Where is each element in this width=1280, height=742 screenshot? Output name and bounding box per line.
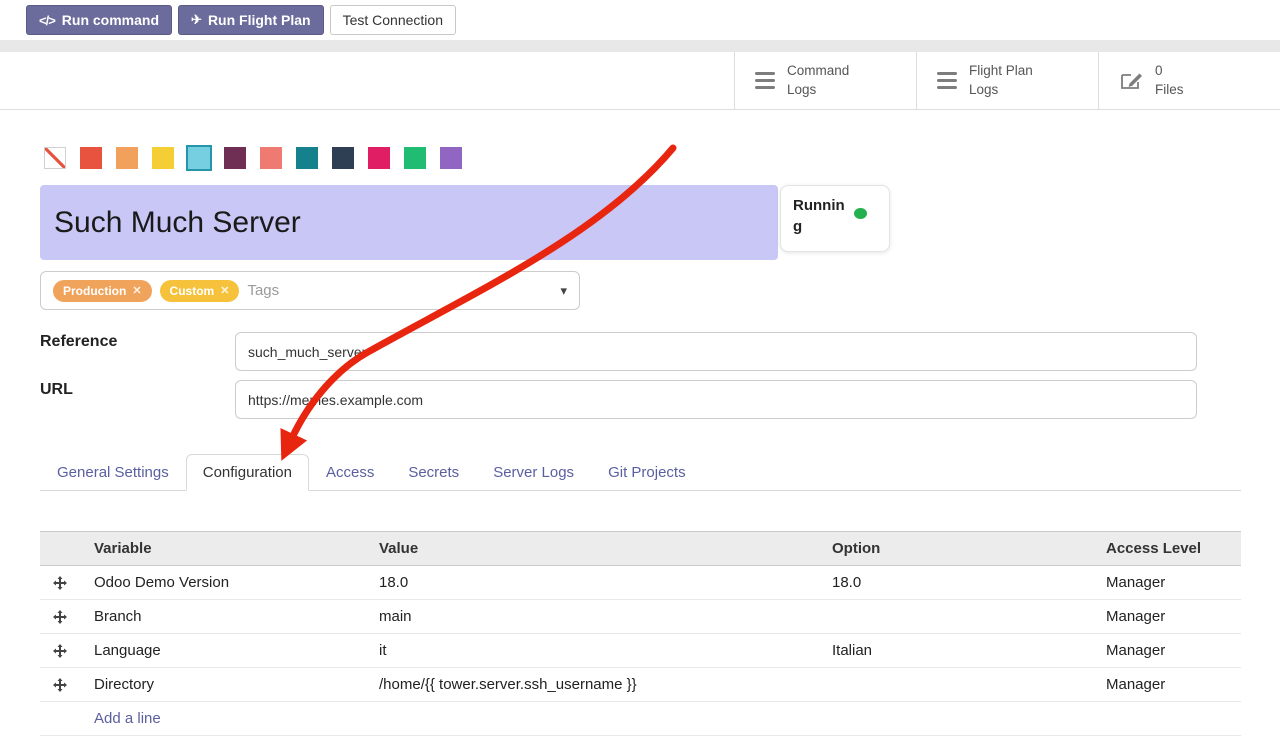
status-card: Running bbox=[780, 185, 890, 252]
configuration-table: Variable Value Option Access Level Odoo … bbox=[40, 531, 1241, 736]
menu-bars-icon bbox=[755, 72, 775, 89]
cell-access-level[interactable]: Manager bbox=[1092, 634, 1241, 668]
dropdown-caret-icon[interactable]: ▾ bbox=[560, 283, 567, 299]
cell-option[interactable]: 18.0 bbox=[818, 566, 1092, 600]
header-row: Command Logs Flight Plan Logs bbox=[0, 52, 1280, 110]
col-variable: Variable bbox=[80, 532, 365, 566]
color-swatch-teal[interactable] bbox=[296, 147, 318, 169]
files-count: 0 bbox=[1155, 62, 1184, 81]
status-label: Running bbox=[793, 195, 847, 242]
code-icon: </> bbox=[39, 13, 55, 28]
test-connection-button[interactable]: Test Connection bbox=[330, 5, 456, 35]
cell-variable[interactable]: Language bbox=[80, 634, 365, 668]
cell-access-level[interactable]: Manager bbox=[1092, 668, 1241, 702]
tags-input[interactable]: Production ✕ Custom ✕ Tags ▾ bbox=[40, 271, 580, 310]
edit-icon bbox=[1119, 70, 1143, 91]
run-flight-plan-button[interactable]: ✈ Run Flight Plan bbox=[178, 5, 324, 35]
stat-line: Flight Plan bbox=[969, 62, 1033, 81]
files-button[interactable]: 0 Files bbox=[1098, 52, 1280, 109]
tags-placeholder: Tags bbox=[247, 282, 279, 299]
table-row[interactable]: Odoo Demo Version 18.0 18.0 Manager bbox=[40, 566, 1241, 600]
cell-variable[interactable]: Branch bbox=[80, 600, 365, 634]
flight-plan-logs-button[interactable]: Flight Plan Logs bbox=[916, 52, 1098, 109]
color-swatch-cyan-selected[interactable] bbox=[188, 147, 210, 169]
cell-option[interactable]: Italian bbox=[818, 634, 1092, 668]
cell-access-level[interactable]: Manager bbox=[1092, 600, 1241, 634]
table-header-row: Variable Value Option Access Level bbox=[40, 532, 1241, 566]
cell-value[interactable]: 18.0 bbox=[365, 566, 818, 600]
table-row[interactable]: Language it Italian Manager bbox=[40, 634, 1241, 668]
action-toolbar: </> Run command ✈ Run Flight Plan Test C… bbox=[0, 0, 1280, 40]
status-dot bbox=[854, 208, 867, 219]
color-swatch-plum[interactable] bbox=[224, 147, 246, 169]
cell-option[interactable] bbox=[818, 668, 1092, 702]
flight-plan-logs-label: Flight Plan Logs bbox=[969, 62, 1033, 100]
cell-variable[interactable]: Directory bbox=[80, 668, 365, 702]
cell-option[interactable] bbox=[818, 600, 1092, 634]
plane-icon: ✈ bbox=[191, 12, 201, 28]
tab-secrets[interactable]: Secrets bbox=[391, 454, 476, 491]
tag-label: Production bbox=[63, 284, 126, 298]
color-palette bbox=[44, 147, 462, 169]
run-command-button[interactable]: </> Run command bbox=[26, 5, 172, 35]
stat-line: Command bbox=[787, 62, 849, 81]
reference-input[interactable] bbox=[235, 332, 1197, 371]
command-logs-label: Command Logs bbox=[787, 62, 849, 100]
color-swatch-navy[interactable] bbox=[332, 147, 354, 169]
color-swatch-magenta[interactable] bbox=[368, 147, 390, 169]
table-row[interactable]: Branch main Manager bbox=[40, 600, 1241, 634]
tab-access[interactable]: Access bbox=[309, 454, 391, 491]
notebook-tabs: General Settings Configuration Access Se… bbox=[40, 454, 1241, 491]
stat-line: Files bbox=[1155, 81, 1184, 100]
cell-value[interactable]: /home/{{ tower.server.ssh_username }} bbox=[365, 668, 818, 702]
divider-strip bbox=[0, 40, 1280, 52]
tab-general-settings[interactable]: General Settings bbox=[40, 454, 186, 491]
server-name-input[interactable] bbox=[40, 185, 778, 260]
page: </> Run command ✈ Run Flight Plan Test C… bbox=[0, 0, 1280, 742]
stat-line: Logs bbox=[969, 81, 1033, 100]
color-swatch-none[interactable] bbox=[44, 147, 66, 169]
col-handle bbox=[40, 532, 80, 566]
col-option: Option bbox=[818, 532, 1092, 566]
color-swatch-purple[interactable] bbox=[440, 147, 462, 169]
cell-variable[interactable]: Odoo Demo Version bbox=[80, 566, 365, 600]
url-label: URL bbox=[40, 381, 73, 399]
command-logs-button[interactable]: Command Logs bbox=[734, 52, 916, 109]
drag-handle-icon[interactable] bbox=[53, 678, 67, 692]
remove-tag-icon[interactable]: ✕ bbox=[220, 284, 229, 297]
run-command-label: Run command bbox=[62, 12, 159, 28]
tab-configuration[interactable]: Configuration bbox=[186, 454, 309, 491]
remove-tag-icon[interactable]: ✕ bbox=[132, 284, 141, 297]
color-swatch-green[interactable] bbox=[404, 147, 426, 169]
color-swatch-red[interactable] bbox=[80, 147, 102, 169]
stat-buttons: Command Logs Flight Plan Logs bbox=[734, 52, 1280, 109]
cell-value[interactable]: main bbox=[365, 600, 818, 634]
add-a-line-link[interactable]: Add a line bbox=[94, 710, 161, 727]
menu-bars-icon bbox=[937, 72, 957, 89]
drag-handle-icon[interactable] bbox=[53, 610, 67, 624]
tag-custom[interactable]: Custom ✕ bbox=[160, 280, 240, 302]
drag-handle-icon[interactable] bbox=[53, 576, 67, 590]
stat-line: Logs bbox=[787, 81, 849, 100]
tab-git-projects[interactable]: Git Projects bbox=[591, 454, 703, 491]
add-line-row: Add a line bbox=[40, 702, 1241, 736]
reference-label: Reference bbox=[40, 333, 117, 351]
tab-server-logs[interactable]: Server Logs bbox=[476, 454, 591, 491]
color-swatch-yellow[interactable] bbox=[152, 147, 174, 169]
files-label: 0 Files bbox=[1155, 62, 1184, 100]
cell-access-level[interactable]: Manager bbox=[1092, 566, 1241, 600]
tag-production[interactable]: Production ✕ bbox=[53, 280, 152, 302]
table-row[interactable]: Directory /home/{{ tower.server.ssh_user… bbox=[40, 668, 1241, 702]
col-access-level: Access Level bbox=[1092, 532, 1241, 566]
url-input[interactable] bbox=[235, 380, 1197, 419]
cell-value[interactable]: it bbox=[365, 634, 818, 668]
run-flight-plan-label: Run Flight Plan bbox=[208, 12, 311, 28]
color-swatch-salmon[interactable] bbox=[260, 147, 282, 169]
drag-handle-icon[interactable] bbox=[53, 644, 67, 658]
tag-label: Custom bbox=[170, 284, 215, 298]
col-value: Value bbox=[365, 532, 818, 566]
color-swatch-orange[interactable] bbox=[116, 147, 138, 169]
